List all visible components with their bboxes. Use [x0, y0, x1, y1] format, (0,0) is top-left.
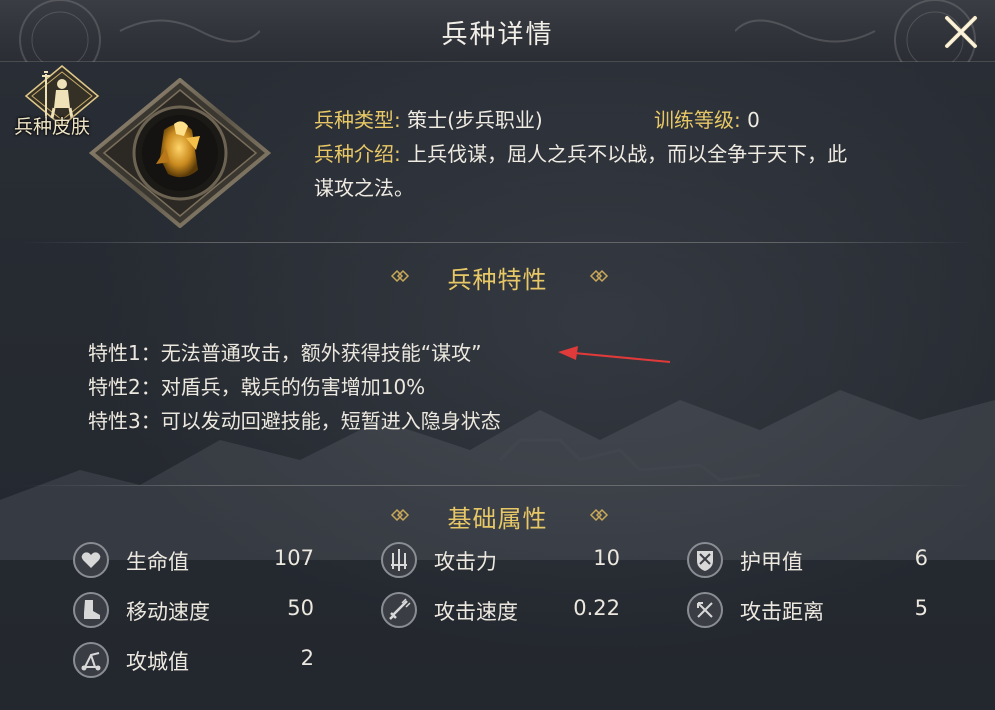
unit-type-value: 策士(步兵职业) — [407, 108, 543, 132]
stat-name: 攻击力 — [434, 550, 497, 574]
trait-item: 特性1：无法普通攻击，额外获得技能“谋攻” — [88, 341, 482, 365]
section-ornament-right — [589, 508, 609, 522]
close-icon — [945, 16, 977, 48]
unit-emblem — [88, 78, 272, 228]
stat-value: 107 — [273, 546, 314, 570]
trait-item: 特性2：对盾兵，戟兵的伤害增加10% — [88, 375, 426, 399]
window-title: 兵种详情 — [441, 20, 554, 50]
attrs-section-title: 基础属性 — [447, 505, 548, 533]
divider — [20, 242, 975, 243]
stat-attack-speed: 攻击速度 0.22 — [380, 591, 640, 631]
stat-name: 生命值 — [126, 550, 189, 574]
close-button[interactable] — [939, 10, 983, 54]
stat-siege: 攻城值 2 — [72, 641, 332, 681]
unit-intro-line1: 上兵伐谋，屈人之兵不以战，而以全争于天下，此 — [407, 142, 848, 166]
stat-name: 攻击速度 — [434, 600, 518, 624]
stat-value: 10 — [593, 546, 620, 570]
trait-item: 特性3：可以发动回避技能，短暂进入隐身状态 — [88, 409, 501, 433]
unit-type-label: 兵种类型: — [314, 108, 401, 132]
stat-armor: 护甲值 6 — [686, 541, 946, 581]
title-bar: 兵种详情 — [0, 0, 995, 62]
skin-label: 兵种皮肤 — [14, 116, 91, 138]
stat-attack: 攻击力 10 — [380, 541, 640, 581]
catapult-icon — [73, 642, 109, 678]
unit-intro-label: 兵种介绍: — [314, 142, 401, 166]
traits-section-title: 兵种特性 — [447, 266, 548, 294]
stat-move-speed: 移动速度 50 — [72, 591, 332, 631]
shield-icon — [687, 542, 723, 578]
unit-details-panel: 兵种详情 兵种皮肤 兵种类型: 策士(步兵职业) 训练等级: 0 兵种介绍: 上… — [0, 0, 995, 710]
traits-list: 特性1：无法普通攻击，额外获得技能“谋攻” 特性2：对盾兵，戟兵的伤害增加10%… — [88, 336, 501, 438]
stat-name: 护甲值 — [740, 550, 803, 574]
stat-name: 攻击距离 — [740, 600, 824, 624]
section-ornament-right — [589, 269, 609, 283]
stat-value: 6 — [914, 546, 928, 570]
stat-value: 5 — [914, 596, 928, 620]
bow-range-icon — [687, 592, 723, 628]
boot-icon — [73, 592, 109, 628]
crossed-swords-icon — [381, 542, 417, 578]
stat-name: 攻城值 — [126, 650, 189, 674]
train-level-value: 0 — [747, 108, 760, 132]
annotation-arrow — [558, 346, 671, 363]
stat-hp: 生命值 107 — [72, 541, 332, 581]
heart-icon — [73, 542, 109, 578]
stat-value: 2 — [300, 646, 314, 670]
train-level-label: 训练等级: — [654, 108, 741, 132]
stat-name: 移动速度 — [126, 600, 210, 624]
stat-value: 50 — [287, 596, 314, 620]
stat-attack-range: 攻击距离 5 — [686, 591, 946, 631]
sword-speed-icon — [381, 592, 417, 628]
divider — [20, 485, 975, 486]
stat-value: 0.22 — [573, 596, 620, 620]
unit-info: 兵种类型: 策士(步兵职业) 训练等级: 0 兵种介绍: 上兵伐谋，屈人之兵不以… — [314, 103, 954, 205]
unit-intro-line2: 谋攻之法。 — [314, 176, 414, 200]
